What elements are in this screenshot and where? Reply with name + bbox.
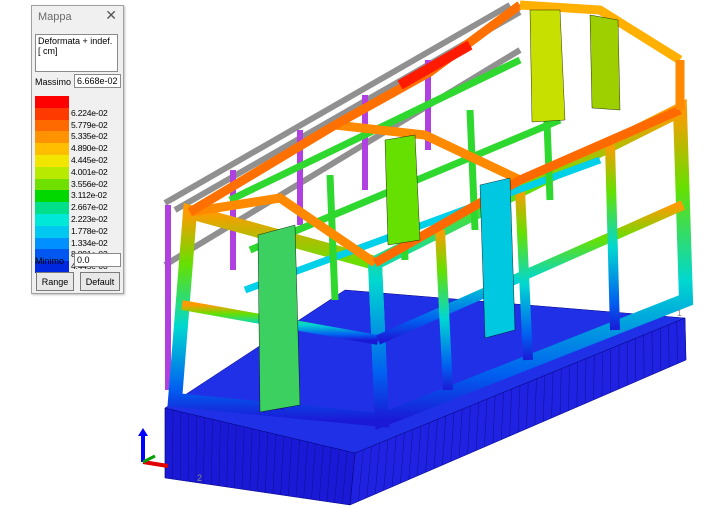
legend-value: 4.001e-02	[71, 166, 108, 177]
legend-value: 4.445e-02	[71, 154, 108, 165]
legend-swatch	[35, 225, 69, 238]
legend-swatch	[35, 190, 69, 203]
legend-value: 3.112e-02	[71, 190, 107, 201]
legend-swatch	[35, 213, 69, 226]
legend-swatch	[35, 131, 69, 144]
legend-value: 6.224e-02	[71, 107, 108, 118]
legend-swatch	[35, 107, 69, 120]
max-label: Massimo	[35, 77, 72, 87]
legend-value: 1.778e-02	[71, 225, 108, 236]
legend-value: 2.667e-02	[71, 202, 108, 213]
legend-swatch	[35, 154, 69, 167]
color-map-panel: Mappa ✕ Deformata + indef. [ cm] Massimo…	[31, 5, 124, 294]
legend-row: 1.334e-02	[35, 237, 121, 250]
min-value-field[interactable]: 0.0	[74, 253, 121, 267]
legend-row	[35, 96, 121, 108]
legend-value: 5.335e-02	[71, 131, 108, 142]
legend-row: 4.445e-02	[35, 154, 121, 167]
legend-swatch	[35, 119, 69, 132]
legend-swatch	[35, 143, 69, 155]
legend-value: 1.334e-02	[71, 237, 108, 248]
legend-row: 5.779e-02	[35, 119, 121, 132]
color-legend: 6.224e-02 5.779e-02 5.335e-02 4.890e-02 4.44…	[35, 96, 121, 273]
legend-value: 3.556e-02	[71, 178, 108, 189]
legend-row: 4.890e-02	[35, 143, 121, 155]
legend-value: 4.890e-02	[71, 143, 108, 154]
range-button[interactable]: Range	[36, 272, 74, 291]
max-value-field[interactable]: 6.668e-02	[74, 74, 121, 88]
legend-row: 2.223e-02	[35, 213, 121, 226]
default-button[interactable]: Default	[80, 272, 120, 291]
panel-title: Mappa	[38, 11, 72, 23]
x-axis-arrow	[142, 460, 169, 468]
legend-value: 5.779e-02	[71, 119, 108, 130]
min-label: Minimo	[35, 256, 65, 266]
legend-swatch	[35, 237, 69, 250]
legend-row: 3.112e-02	[35, 190, 121, 203]
legend-swatch	[35, 96, 69, 108]
axis-label-1: 1	[677, 308, 682, 318]
legend-row: 1.778e-02	[35, 225, 121, 238]
legend-swatch	[35, 166, 69, 179]
legend-row: 5.335e-02	[35, 131, 121, 144]
legend-swatch	[35, 202, 69, 214]
legend-row: 3.556e-02	[35, 178, 121, 191]
legend-row: 4.001e-02	[35, 166, 121, 179]
legend-swatch	[35, 178, 69, 191]
legend-row: 6.224e-02	[35, 107, 121, 120]
legend-value: 2.223e-02	[71, 213, 108, 224]
axis-label-2: 2	[197, 473, 202, 483]
close-icon[interactable]: ✕	[105, 7, 117, 23]
legend-row: 2.667e-02	[35, 202, 121, 214]
result-type-box: Deformata + indef. [ cm]	[35, 34, 118, 72]
